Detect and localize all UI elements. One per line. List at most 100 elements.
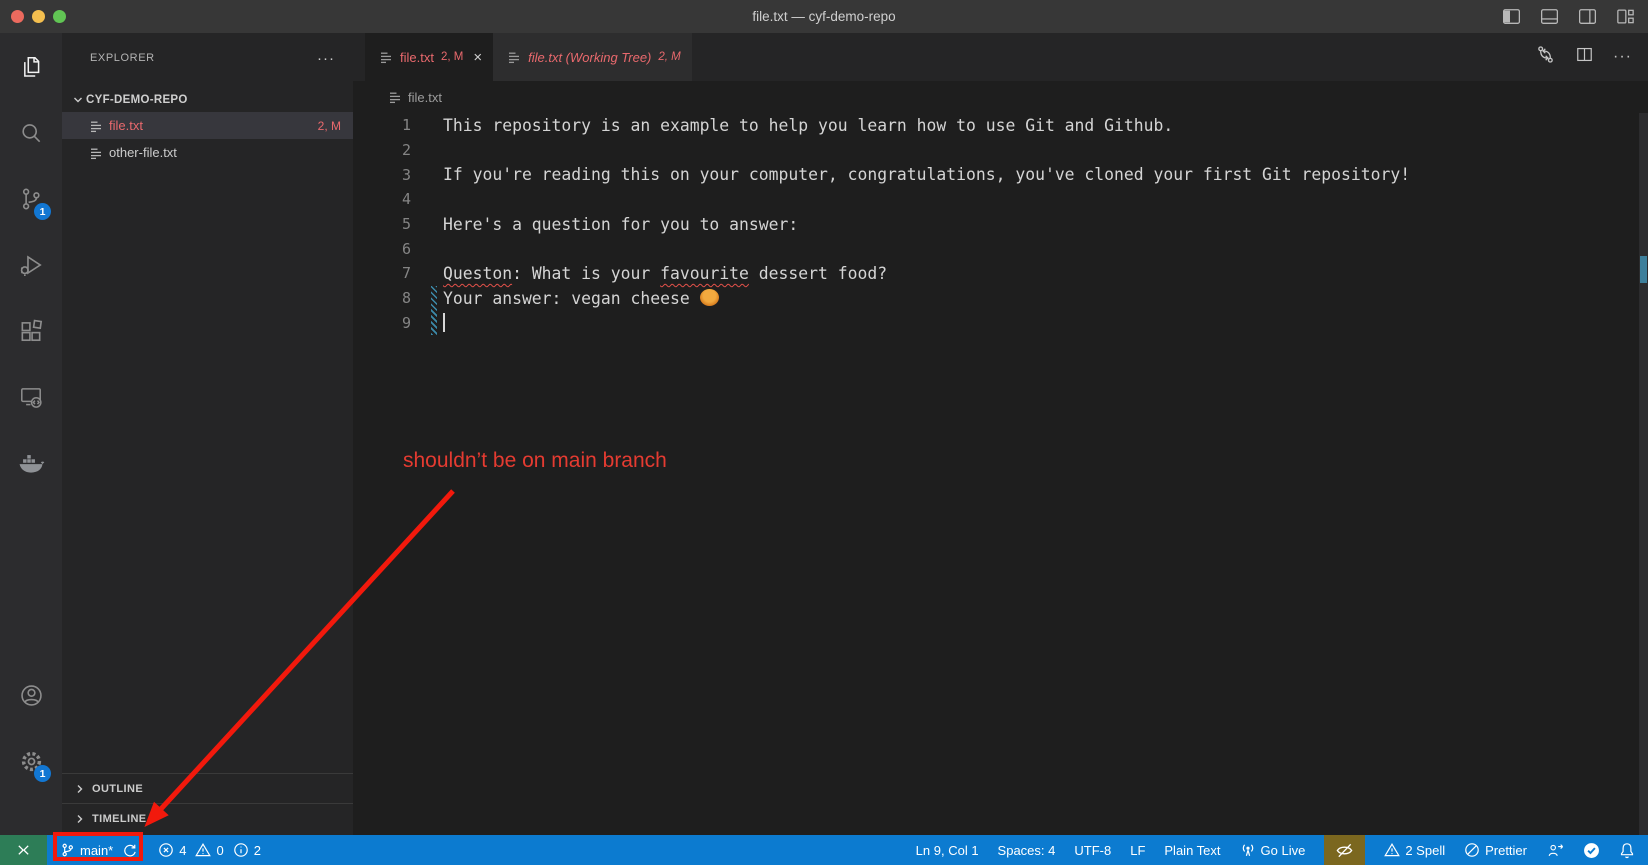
breadcrumb-item-file[interactable]: file.txt (408, 90, 442, 105)
go-live-button[interactable]: Go Live (1240, 842, 1306, 858)
sidebar-more-icon[interactable]: ··· (317, 50, 335, 67)
indentation-status[interactable]: Spaces: 4 (998, 843, 1056, 858)
close-tab-icon[interactable]: × (473, 50, 482, 65)
explorer-sidebar: EXPLORER ··· CYF-DEMO-REPO file.txt 2, M… (62, 33, 353, 835)
outline-section-header[interactable]: OUTLINE (62, 773, 353, 803)
vscode-window: file.txt — cyf-demo-repo (0, 0, 1648, 865)
repo-section-header[interactable]: CYF-DEMO-REPO (62, 87, 353, 112)
line-number: 2 (353, 141, 411, 159)
text-file-icon (388, 90, 402, 104)
line-number: 7 (353, 264, 411, 282)
line-number: 9 (353, 314, 411, 332)
git-problem-badge: 2, M (318, 119, 341, 133)
window-controls (0, 10, 66, 23)
warning-icon (1384, 842, 1400, 858)
sync-icon (122, 843, 137, 858)
sidebar-title: EXPLORER (90, 52, 155, 64)
code-line[interactable]: 2 (353, 138, 1648, 163)
code-line[interactable]: 8 Your answer: vegan cheese (353, 286, 1648, 311)
language-mode-status[interactable]: Plain Text (1164, 843, 1220, 858)
split-editor-icon[interactable] (1575, 45, 1594, 69)
slash-circle-icon (1464, 842, 1480, 858)
source-control-badge: 1 (34, 203, 51, 220)
broadcast-icon (1240, 842, 1256, 858)
code-line[interactable]: 6 (353, 236, 1648, 261)
encoding-status[interactable]: UTF-8 (1074, 843, 1111, 858)
timeline-section-header[interactable]: TIMELINE (62, 803, 353, 833)
line-number: 6 (353, 240, 411, 258)
run-debug-icon[interactable] (0, 232, 62, 298)
extensions-icon[interactable] (0, 298, 62, 364)
line-number: 4 (353, 190, 411, 208)
code-line[interactable]: 1 This repository is an example to help … (353, 113, 1648, 138)
explorer-icon[interactable] (0, 34, 62, 100)
spell-checker-status[interactable]: 2 Spell (1384, 842, 1445, 858)
problems-status[interactable]: 4 0 2 (158, 842, 261, 858)
branch-icon (60, 842, 75, 858)
error-icon (158, 842, 174, 858)
line-number: 8 (353, 289, 411, 307)
search-icon[interactable] (0, 100, 62, 166)
chevron-right-icon (72, 811, 88, 827)
eye-off-icon (1335, 841, 1354, 860)
text-file-icon (507, 50, 521, 64)
tab-problem-badge: 2, M (658, 51, 680, 63)
text-cursor (443, 313, 445, 332)
settings-badge: 1 (34, 765, 51, 782)
chevron-right-icon (72, 781, 88, 797)
info-icon (233, 842, 249, 858)
line-number: 1 (353, 116, 411, 134)
notifications-bell-icon[interactable] (1619, 842, 1635, 859)
spelling-error: Queston (443, 264, 512, 283)
tab-file-txt[interactable]: file.txt 2, M × (365, 33, 493, 81)
spelling-error: favourite (660, 264, 749, 283)
code-line[interactable]: 7 Queston: What is your favourite desser… (353, 261, 1648, 286)
feedback-icon[interactable] (1546, 842, 1564, 858)
text-file-icon (379, 50, 393, 64)
remote-indicator[interactable] (0, 835, 47, 865)
accounts-icon[interactable] (0, 662, 62, 728)
git-branch-status[interactable]: main* (60, 842, 137, 858)
code-area[interactable]: 1 This repository is an example to help … (353, 113, 1648, 335)
cursor-position-status[interactable]: Ln 9, Col 1 (916, 843, 979, 858)
title-bar: file.txt — cyf-demo-repo (0, 0, 1648, 33)
toggle-sidebar-icon[interactable] (1503, 9, 1520, 24)
tab-label: file.txt (400, 50, 434, 65)
editor-scrollbar[interactable] (1639, 113, 1648, 835)
settings-gear-icon[interactable]: 1 (0, 728, 62, 794)
tab-label: file.txt (Working Tree) (528, 50, 651, 65)
docker-icon[interactable] (0, 430, 62, 496)
status-bar: main* 4 0 2 (0, 835, 1648, 865)
prettier-status[interactable]: Prettier (1464, 842, 1527, 858)
editor-group: file.txt 2, M × file.txt (Working Tree) … (353, 33, 1648, 835)
line-number: 5 (353, 215, 411, 233)
source-control-icon[interactable]: 1 (0, 166, 62, 232)
more-actions-icon[interactable]: ··· (1613, 48, 1632, 66)
highlight-disabled-indicator[interactable] (1324, 835, 1365, 865)
tab-bar: file.txt 2, M × file.txt (Working Tree) … (353, 33, 1648, 81)
file-row-other-file-txt[interactable]: other-file.txt (62, 139, 353, 166)
file-row-file-txt[interactable]: file.txt 2, M (62, 112, 353, 139)
text-file-icon (89, 119, 103, 133)
line-number: 3 (353, 166, 411, 184)
code-line[interactable]: 5 Here's a question for you to answer: (353, 212, 1648, 237)
chevron-down-icon (70, 92, 86, 108)
toggle-secondary-sidebar-icon[interactable] (1579, 9, 1596, 24)
check-circle-icon[interactable] (1583, 842, 1600, 859)
open-changes-icon[interactable] (1535, 44, 1556, 70)
eol-status[interactable]: LF (1130, 843, 1145, 858)
tab-file-txt-working-tree[interactable]: file.txt (Working Tree) 2, M (493, 33, 692, 81)
close-window-button[interactable] (11, 10, 24, 23)
activity-bar: 1 (0, 33, 62, 835)
customize-layout-icon[interactable] (1617, 9, 1634, 24)
window-title: file.txt — cyf-demo-repo (0, 9, 1648, 24)
code-line[interactable]: 9 (353, 311, 1648, 336)
toggle-panel-icon[interactable] (1541, 9, 1558, 24)
code-line[interactable]: 4 (353, 187, 1648, 212)
git-modified-gutter-marker (431, 286, 437, 335)
breadcrumb: file.txt (353, 81, 1648, 113)
minimize-window-button[interactable] (32, 10, 45, 23)
remote-explorer-icon[interactable] (0, 364, 62, 430)
zoom-window-button[interactable] (53, 10, 66, 23)
code-line[interactable]: 3 If you're reading this on your compute… (353, 162, 1648, 187)
